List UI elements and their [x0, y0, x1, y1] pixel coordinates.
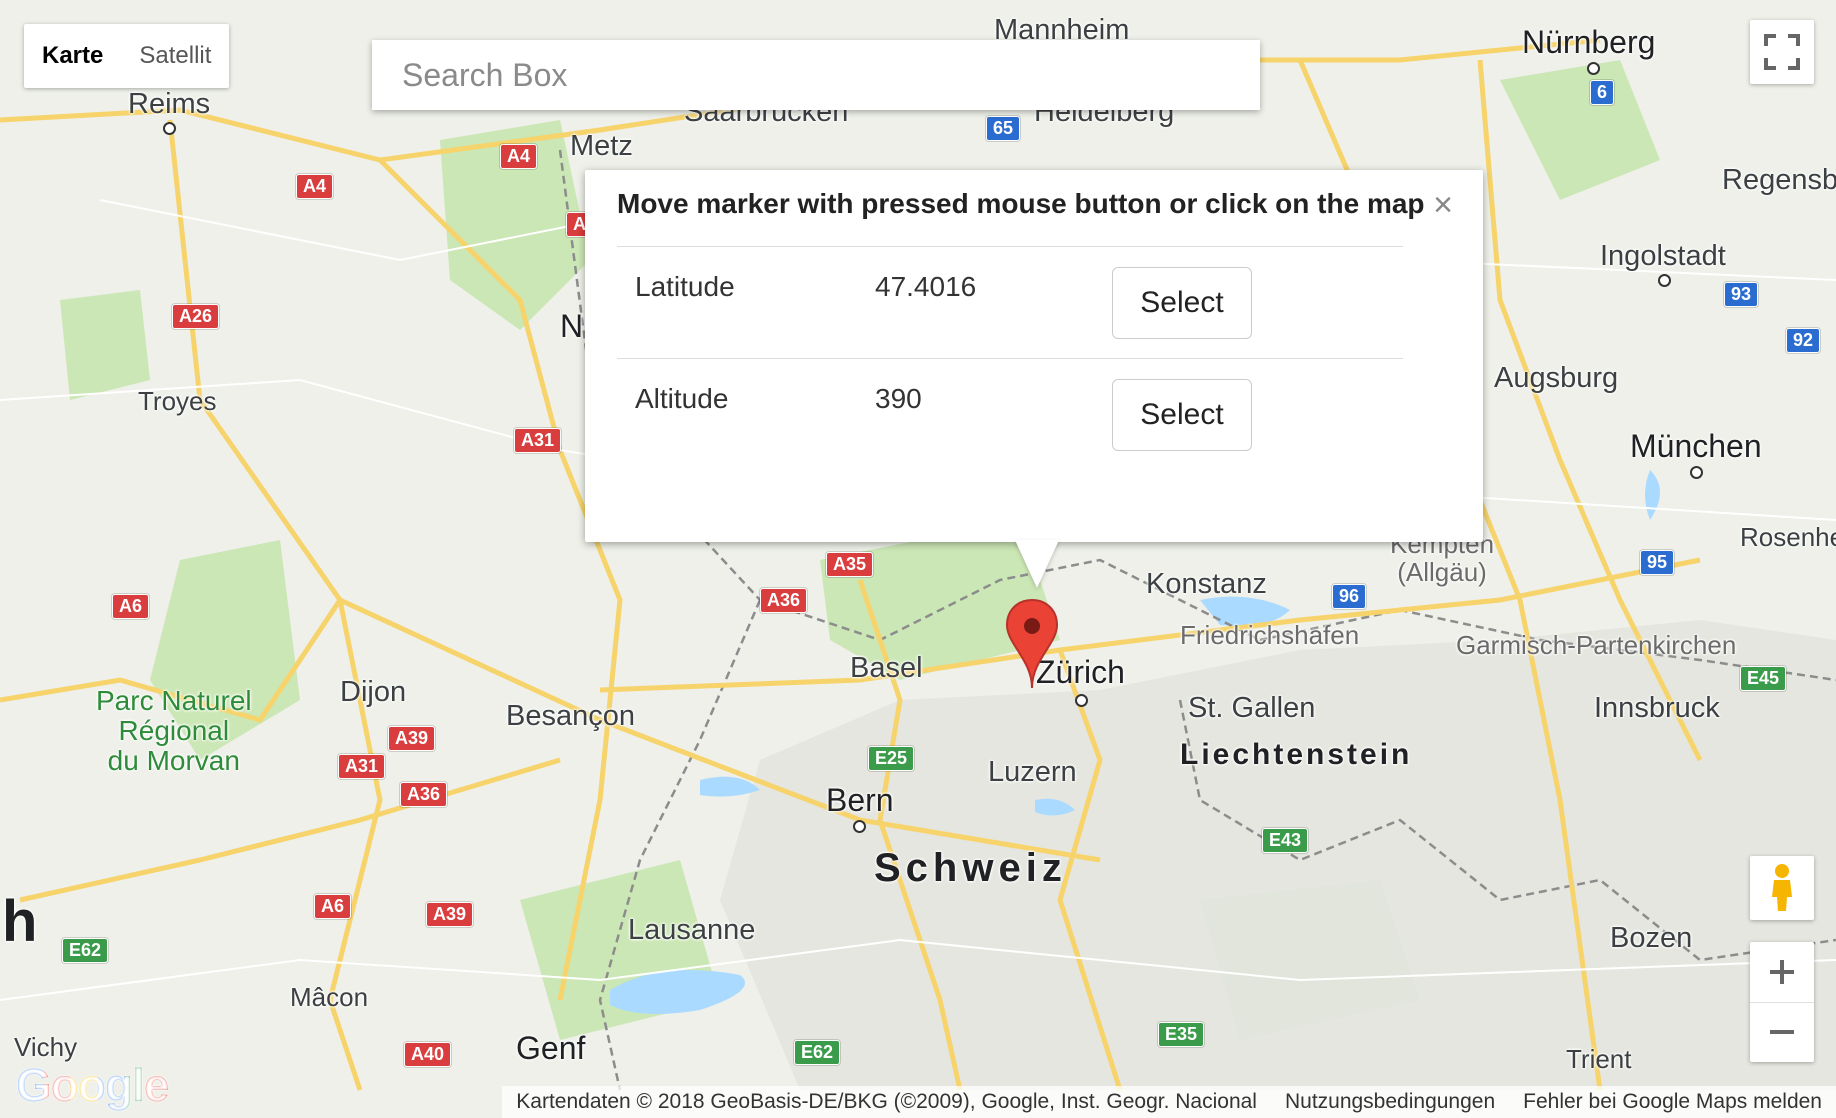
- road-shield: 65: [986, 116, 1021, 141]
- select-altitude-button[interactable]: Select: [1112, 379, 1252, 451]
- terms-link[interactable]: Nutzungsbedingungen: [1271, 1086, 1509, 1118]
- place-munchen: München: [1630, 428, 1762, 464]
- place-garmisch: Garmisch-Partenkirchen: [1456, 630, 1737, 660]
- map-footer: Kartendaten © 2018 GeoBasis-DE/BKG (©200…: [502, 1086, 1836, 1118]
- road-shield: A31: [514, 428, 562, 453]
- report-error-link[interactable]: Fehler bei Google Maps melden: [1509, 1086, 1836, 1118]
- road-shield: A6: [314, 894, 352, 919]
- altitude-value: 390: [875, 383, 922, 414]
- map-type-karte-button[interactable]: Karte: [24, 24, 121, 88]
- road-shield: 93: [1724, 282, 1759, 307]
- road-shield: 96: [1332, 584, 1367, 609]
- place-trient: Trient: [1566, 1044, 1632, 1074]
- place-rosenheim: Rosenhe: [1740, 522, 1836, 552]
- road-shield: E62: [62, 938, 109, 963]
- map-background: [0, 0, 1836, 1118]
- place-nurnberg: Nürnberg: [1522, 24, 1656, 60]
- zoom-in-button[interactable]: [1750, 942, 1814, 1003]
- road-shield: A4: [500, 144, 538, 169]
- pegman-icon: [1772, 864, 1792, 911]
- road-shield: A6: [112, 594, 150, 619]
- altitude-label: Altitude: [635, 383, 729, 414]
- place-macon: Mâcon: [290, 982, 369, 1012]
- road-shield: A4: [296, 174, 334, 199]
- latitude-value: 47.4016: [875, 271, 977, 302]
- road-shield: E35: [1158, 1022, 1205, 1047]
- map-marker-icon[interactable]: [1004, 598, 1060, 690]
- zoom-in-icon: [1770, 959, 1794, 984]
- place-bozen: Bozen: [1610, 922, 1693, 954]
- city-dot: [1658, 274, 1671, 287]
- search-input[interactable]: [372, 40, 1260, 110]
- map-canvas[interactable]: Nürnberg Mannheim Saarbrücken Heidelberg…: [0, 0, 1836, 1118]
- road-shield: A40: [404, 1042, 452, 1067]
- place-stgallen: St. Gallen: [1188, 692, 1316, 724]
- road-shield: A39: [426, 902, 474, 927]
- place-luzern: Luzern: [988, 756, 1077, 788]
- place-regensburg: Regensb: [1722, 164, 1836, 196]
- city-dot: [1690, 466, 1703, 479]
- road-shield: A31: [338, 754, 386, 779]
- street-view-button[interactable]: [1750, 856, 1814, 920]
- place-partial-n: N: [560, 308, 584, 344]
- info-window-title: Move marker with pressed mouse button or…: [617, 188, 1425, 219]
- place-liechtenstein: Liechtenstein: [1180, 738, 1413, 771]
- road-shield: E45: [1740, 666, 1787, 691]
- place-friedrichshafen: Friedrichshafen: [1180, 620, 1360, 650]
- close-icon[interactable]: ×: [1433, 188, 1453, 222]
- map-type-satellite-button[interactable]: Satellit: [121, 24, 229, 88]
- road-shield: 6: [1590, 80, 1615, 105]
- road-shield: A35: [826, 552, 874, 577]
- zoom-out-icon: [1770, 1030, 1794, 1035]
- city-dot: [853, 820, 866, 833]
- info-window: Move marker with pressed mouse button or…: [585, 170, 1483, 588]
- city-dot: [1075, 694, 1088, 707]
- city-dot: [1587, 62, 1600, 75]
- place-park-morvan: Parc Naturel Régional du Morvan: [96, 685, 252, 776]
- place-lausanne: Lausanne: [628, 914, 756, 946]
- city-dot: [163, 122, 176, 135]
- map-type-control: Karte Satellit: [24, 24, 230, 88]
- latitude-label: Latitude: [635, 271, 735, 302]
- road-shield: A26: [172, 304, 220, 329]
- select-latitude-button[interactable]: Select: [1112, 267, 1252, 339]
- map-attribution: Kartendaten © 2018 GeoBasis-DE/BKG (©200…: [516, 1090, 1257, 1113]
- place-dijon: Dijon: [340, 676, 407, 708]
- place-genf: Genf: [516, 1030, 586, 1066]
- road-shield: 92: [1786, 328, 1821, 353]
- road-shield: A39: [388, 726, 436, 751]
- place-basel: Basel: [850, 652, 923, 684]
- zoom-out-button[interactable]: [1750, 1003, 1814, 1063]
- place-besancon: Besançon: [506, 700, 635, 732]
- place-schweiz: Schweiz: [874, 846, 1067, 890]
- google-logo[interactable]: Google: [16, 1058, 169, 1112]
- road-shield: E43: [1262, 828, 1309, 853]
- road-shield: 95: [1640, 550, 1675, 575]
- latitude-row: Latitude 47.4016 Select: [617, 246, 1403, 359]
- place-reims: Reims: [128, 88, 211, 120]
- fullscreen-icon: [1764, 34, 1800, 70]
- road-shield: A36: [400, 782, 448, 807]
- road-shield: E25: [868, 746, 915, 771]
- road-shield: A36: [760, 588, 808, 613]
- fullscreen-button[interactable]: [1750, 20, 1814, 84]
- google-logo-text: Google: [16, 1059, 169, 1111]
- place-troyes: Troyes: [138, 386, 217, 416]
- place-konstanz: Konstanz: [1146, 568, 1267, 600]
- place-ingolstadt: Ingolstadt: [1600, 240, 1726, 272]
- place-bern: Bern: [826, 782, 894, 818]
- altitude-row: Altitude 390 Select: [617, 358, 1403, 471]
- info-window-tail: [1015, 540, 1059, 588]
- zoom-control: [1750, 942, 1814, 1062]
- place-partial-h: h: [2, 889, 38, 954]
- road-shield: E62: [794, 1040, 841, 1065]
- place-augsburg: Augsburg: [1494, 362, 1619, 394]
- place-innsbruck: Innsbruck: [1594, 692, 1720, 724]
- place-metz: Metz: [570, 130, 633, 162]
